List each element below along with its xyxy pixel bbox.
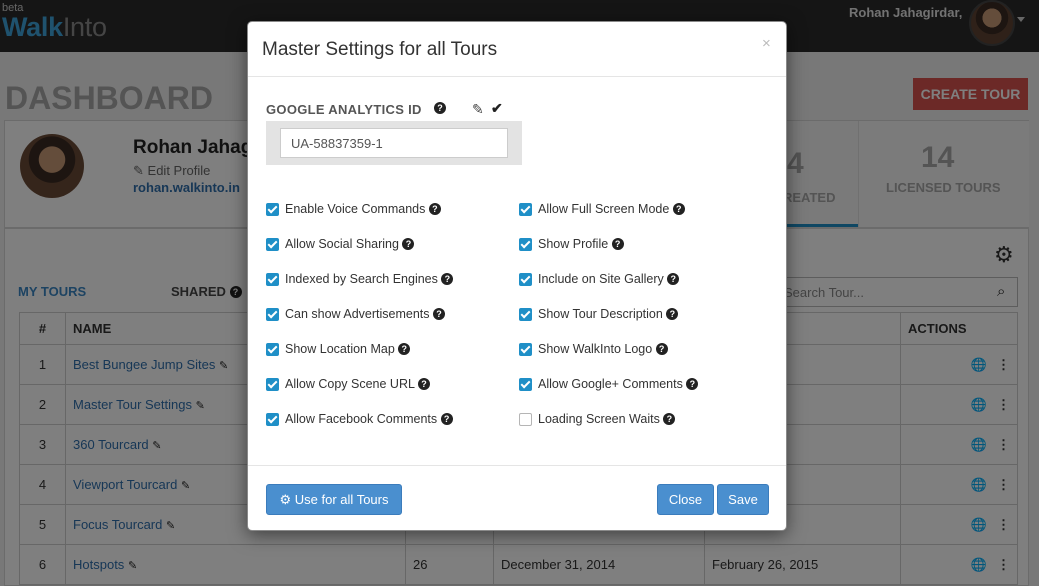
- ga-id-input[interactable]: [280, 128, 508, 158]
- edit-icon[interactable]: ✎: [472, 101, 484, 118]
- option-label: Allow Facebook Comments ?: [285, 412, 453, 426]
- help-icon[interactable]: ?: [398, 343, 411, 355]
- help-icon[interactable]: ?: [655, 343, 668, 355]
- ga-label: GOOGLE ANALYTICS ID: [266, 102, 422, 117]
- help-icon[interactable]: ?: [672, 203, 685, 215]
- option-label: Show Profile ?: [538, 237, 624, 251]
- modal-header: Master Settings for all Tours ×: [248, 22, 786, 77]
- checkbox[interactable]: [519, 273, 532, 286]
- checkbox[interactable]: [519, 343, 532, 356]
- checkbox[interactable]: [266, 203, 279, 216]
- use-for-all-tours-button[interactable]: ⚙ Use for all Tours: [266, 484, 402, 515]
- help-icon[interactable]: ?: [611, 238, 624, 250]
- option-label: Indexed by Search Engines ?: [285, 272, 454, 286]
- use-all-label: Use for all Tours: [294, 492, 389, 507]
- check-icon[interactable]: ✔: [491, 100, 503, 117]
- option-label: Enable Voice Commands ?: [285, 202, 441, 216]
- option-label: Allow Copy Scene URL ?: [285, 377, 430, 391]
- modal-title: Master Settings for all Tours: [262, 39, 498, 60]
- option-label: Allow Social Sharing ?: [285, 237, 415, 251]
- checkbox[interactable]: [519, 413, 532, 426]
- option-label: Show Location Map ?: [285, 342, 411, 356]
- help-icon[interactable]: ?: [686, 378, 699, 390]
- save-button[interactable]: Save: [717, 484, 769, 515]
- checkbox[interactable]: [519, 203, 532, 216]
- checkbox[interactable]: [519, 378, 532, 391]
- option-label: Allow Full Screen Mode ?: [538, 202, 685, 216]
- help-icon[interactable]: ?: [663, 413, 676, 425]
- option-label: Loading Screen Waits ?: [538, 412, 676, 426]
- option-label: Show WalkInto Logo ?: [538, 342, 668, 356]
- option-label: Include on Site Gallery ?: [538, 272, 680, 286]
- checkbox[interactable]: [519, 238, 532, 251]
- option-label: Allow Google+ Comments ?: [538, 377, 699, 391]
- checkbox[interactable]: [266, 343, 279, 356]
- checkbox[interactable]: [519, 308, 532, 321]
- modal-footer: ⚙ Use for all Tours Close Save: [248, 465, 786, 531]
- help-icon[interactable]: ?: [667, 273, 680, 285]
- option-label: Show Tour Description ?: [538, 307, 679, 321]
- option-label: Can show Advertisements ?: [285, 307, 445, 321]
- help-icon[interactable]: ?: [441, 273, 454, 285]
- help-icon[interactable]: ?: [434, 102, 446, 114]
- help-icon[interactable]: ?: [433, 308, 445, 320]
- help-icon[interactable]: ?: [440, 413, 453, 425]
- help-icon[interactable]: ?: [428, 203, 441, 215]
- checkbox[interactable]: [266, 378, 279, 391]
- ga-field-well: [266, 121, 522, 165]
- help-icon[interactable]: ?: [666, 308, 679, 320]
- close-icon[interactable]: ×: [762, 35, 771, 52]
- checkbox[interactable]: [266, 308, 279, 321]
- help-icon[interactable]: ?: [417, 378, 430, 390]
- cogs-icon: ⚙: [279, 492, 292, 507]
- checkbox[interactable]: [266, 273, 279, 286]
- close-button[interactable]: Close: [657, 484, 714, 515]
- help-icon[interactable]: ?: [402, 238, 415, 250]
- master-settings-modal: Master Settings for all Tours × GOOGLE A…: [247, 21, 787, 531]
- checkbox[interactable]: [266, 238, 279, 251]
- checkbox[interactable]: [266, 413, 279, 426]
